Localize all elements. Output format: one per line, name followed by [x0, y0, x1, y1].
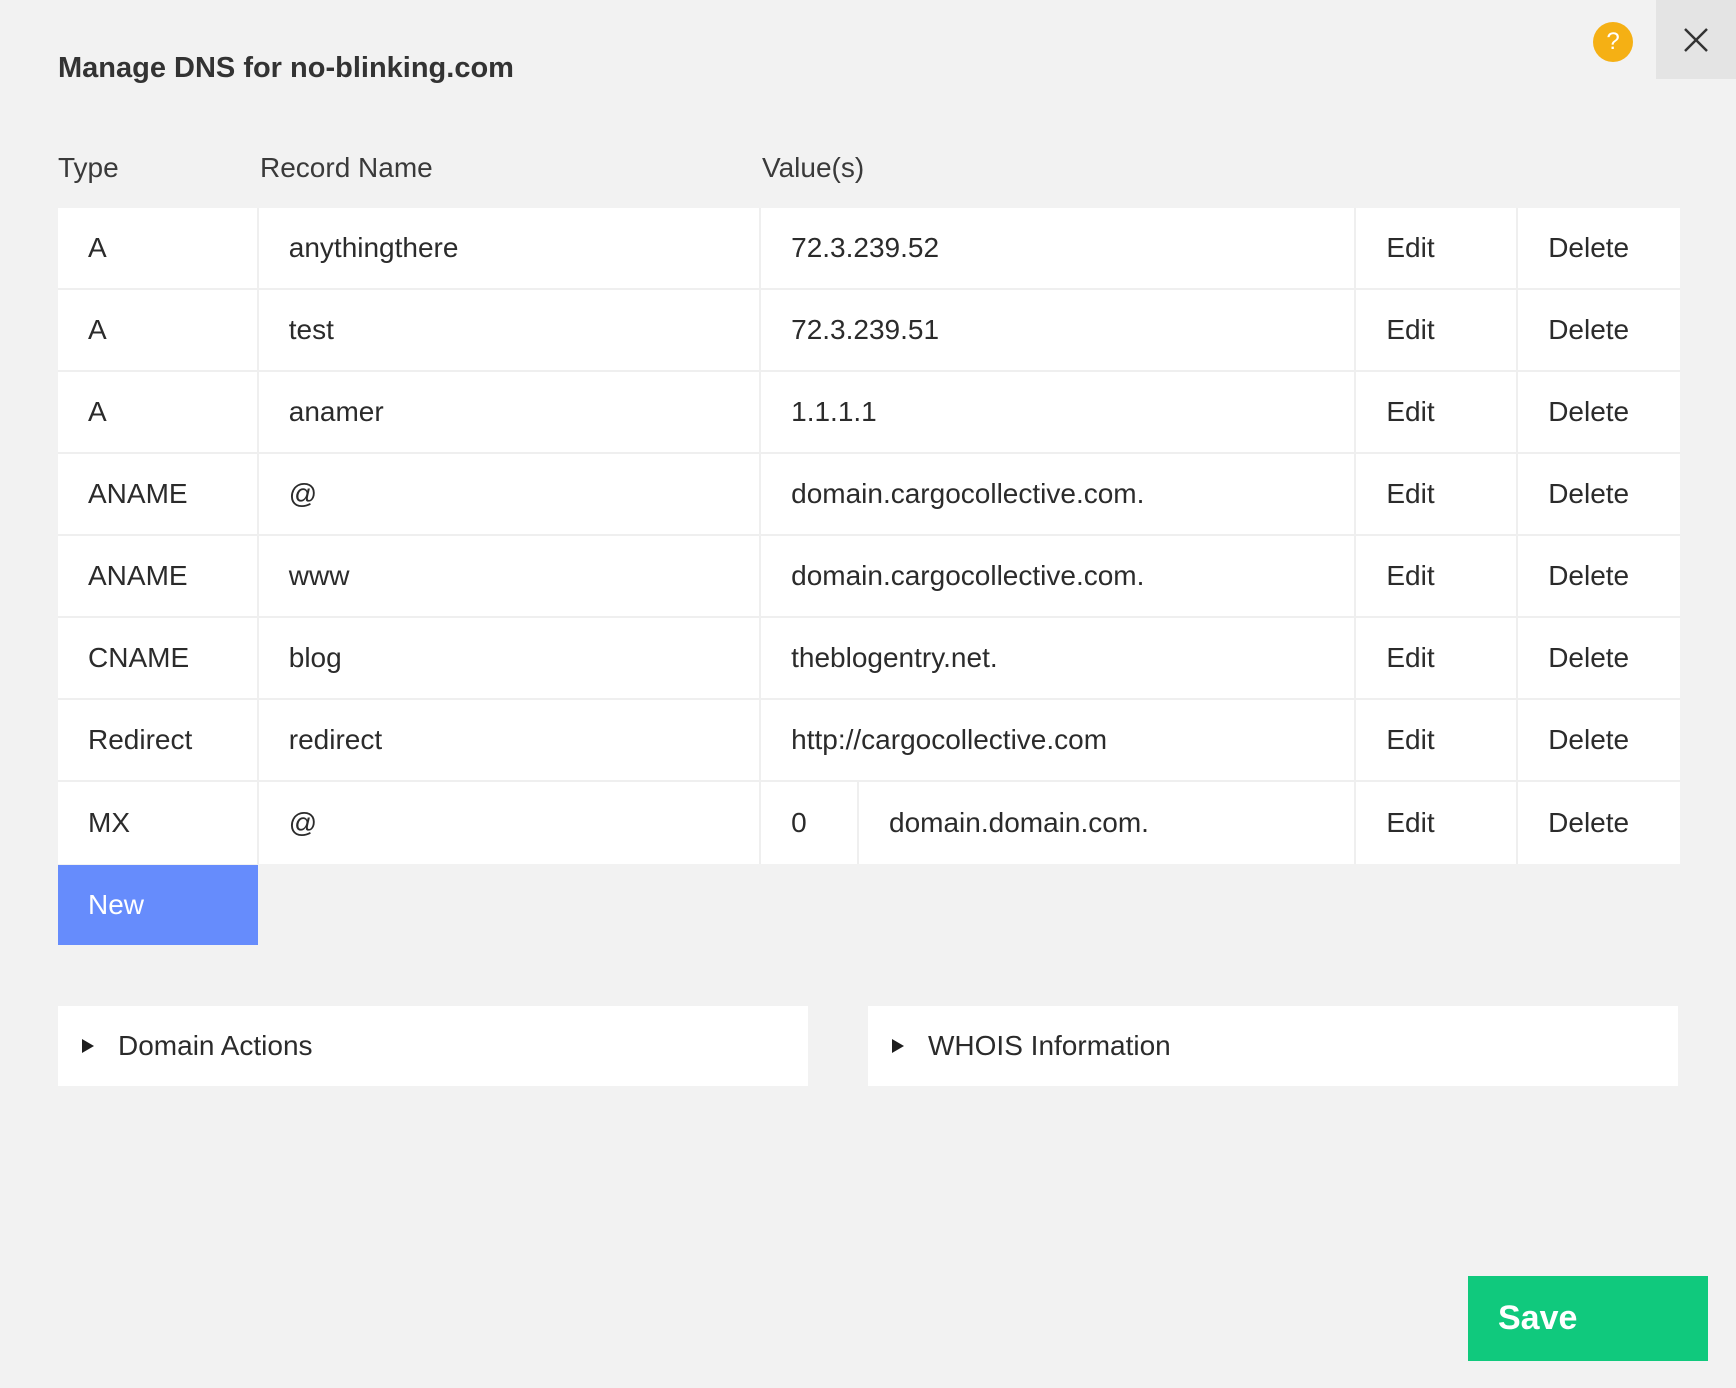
edit-button[interactable]: Edit: [1356, 454, 1519, 534]
table-row: A anamer 1.1.1.1 Edit Delete: [58, 372, 1680, 454]
record-type: A: [58, 208, 259, 288]
record-value: 72.3.239.51: [761, 290, 1357, 370]
page-title: Manage DNS for no-blinking.com: [58, 52, 514, 84]
record-priority: 0: [761, 782, 860, 864]
record-type: MX: [58, 782, 259, 864]
whois-information-label: WHOIS Information: [928, 1030, 1171, 1061]
record-name: www: [259, 536, 762, 616]
record-name: redirect: [259, 700, 762, 780]
new-record-button[interactable]: New: [58, 865, 258, 945]
record-type: CNAME: [58, 618, 259, 698]
column-header-record-name: Record Name: [260, 152, 433, 183]
disclosure-triangle-icon: [82, 1039, 94, 1053]
record-name: @: [259, 454, 762, 534]
close-icon: [1684, 27, 1708, 52]
table-row: ANAME @ domain.cargocollective.com. Edit…: [58, 454, 1680, 536]
domain-actions-panel[interactable]: Domain Actions: [58, 1006, 808, 1086]
edit-button[interactable]: Edit: [1356, 700, 1519, 780]
delete-button[interactable]: Delete: [1518, 208, 1680, 288]
record-value: domain.cargocollective.com.: [761, 536, 1357, 616]
delete-button[interactable]: Delete: [1518, 782, 1680, 864]
help-icon[interactable]: ?: [1593, 22, 1633, 62]
record-type: A: [58, 290, 259, 370]
delete-button[interactable]: Delete: [1518, 618, 1680, 698]
delete-button[interactable]: Delete: [1518, 290, 1680, 370]
edit-button[interactable]: Edit: [1356, 290, 1519, 370]
table-row: ANAME www domain.cargocollective.com. Ed…: [58, 536, 1680, 618]
record-value: domain.domain.com.: [859, 782, 1357, 864]
delete-button[interactable]: Delete: [1518, 536, 1680, 616]
delete-button[interactable]: Delete: [1518, 700, 1680, 780]
record-value: domain.cargocollective.com.: [761, 454, 1357, 534]
column-header-values: Value(s): [762, 152, 865, 183]
record-type: ANAME: [58, 454, 259, 534]
edit-button[interactable]: Edit: [1356, 782, 1519, 864]
table-row: Redirect redirect http://cargocollective…: [58, 700, 1680, 782]
close-button[interactable]: [1656, 0, 1736, 79]
dns-records-table: A anythingthere 72.3.239.52 Edit Delete …: [58, 208, 1680, 864]
record-type: Redirect: [58, 700, 259, 780]
delete-button[interactable]: Delete: [1518, 454, 1680, 534]
table-row: A test 72.3.239.51 Edit Delete: [58, 290, 1680, 372]
whois-information-panel[interactable]: WHOIS Information: [868, 1006, 1678, 1086]
record-value: 1.1.1.1: [761, 372, 1357, 452]
record-type: A: [58, 372, 259, 452]
edit-button[interactable]: Edit: [1356, 618, 1519, 698]
record-name: anamer: [259, 372, 762, 452]
record-name: blog: [259, 618, 762, 698]
record-value: http://cargocollective.com: [761, 700, 1357, 780]
save-button[interactable]: Save: [1468, 1276, 1708, 1361]
record-type: ANAME: [58, 536, 259, 616]
table-row: MX @ 0 domain.domain.com. Edit Delete: [58, 782, 1680, 864]
delete-button[interactable]: Delete: [1518, 372, 1680, 452]
edit-button[interactable]: Edit: [1356, 536, 1519, 616]
record-value: 72.3.239.52: [761, 208, 1357, 288]
record-value: theblogentry.net.: [761, 618, 1357, 698]
edit-button[interactable]: Edit: [1356, 372, 1519, 452]
table-row: CNAME blog theblogentry.net. Edit Delete: [58, 618, 1680, 700]
record-name: @: [259, 782, 762, 864]
column-header-type: Type: [58, 152, 119, 183]
edit-button[interactable]: Edit: [1356, 208, 1519, 288]
table-row: A anythingthere 72.3.239.52 Edit Delete: [58, 208, 1680, 290]
domain-actions-label: Domain Actions: [118, 1030, 313, 1061]
disclosure-triangle-icon: [892, 1039, 904, 1053]
record-name: test: [259, 290, 762, 370]
record-name: anythingthere: [259, 208, 762, 288]
